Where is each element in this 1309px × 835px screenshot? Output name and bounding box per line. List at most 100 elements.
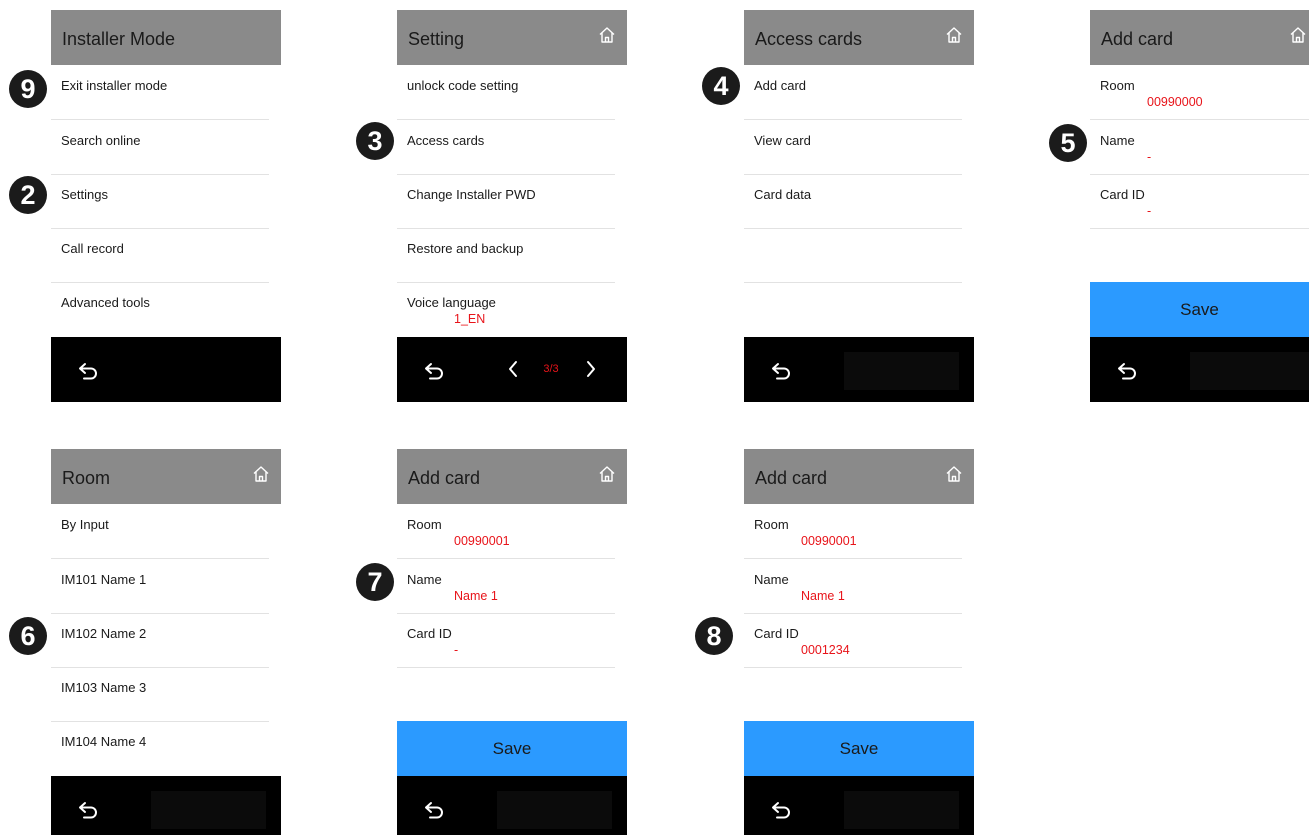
field-label: Name [754,572,789,587]
menu-item-label: View card [754,133,811,148]
bottom-bar-blank-area [844,791,959,829]
menu-item-label: Access cards [407,133,485,148]
field-value: Name 1 [801,589,845,603]
back-arrow-icon[interactable] [1117,362,1139,380]
back-arrow-icon[interactable] [78,362,100,380]
field-room[interactable]: Room 00990000 [1090,65,1309,120]
empty-row [744,228,962,283]
field-name[interactable]: Name Name 1 [397,559,615,614]
save-button[interactable]: Save [744,721,974,776]
bottom-bar [51,776,281,835]
bottom-bar [744,776,974,835]
field-label: Room [1100,78,1135,93]
menu-item-restore-and-backup[interactable]: Restore and backup [397,228,615,283]
chevron-right-icon[interactable] [585,359,597,379]
bottom-bar [397,776,627,835]
save-button[interactable]: Save [397,721,627,776]
screen-title: Add card [408,468,481,488]
field-value: - [1147,204,1152,218]
menu-item-add-card[interactable]: Add card [744,65,962,120]
header: Room [51,449,281,504]
field-room[interactable]: Room 00990001 [397,504,615,559]
field-value: 00990001 [454,534,510,548]
field-label: Name [407,572,442,587]
screen-title: Installer Mode [62,29,176,49]
menu-item-unlock-code-setting[interactable]: unlock code setting [397,65,615,120]
field-card-id[interactable]: Card ID - [1090,174,1309,229]
header: Access cards [744,10,974,65]
installer-mode-screen: Installer Mode Exit installer mode Searc… [51,10,281,402]
home-icon[interactable] [945,465,963,483]
bottom-bar: 3/3 [397,337,627,402]
step-badge-2: 2 [9,176,47,214]
list-item-label: IM101 Name 1 [61,572,147,587]
screen-title: Add card [755,468,828,488]
header: Add card [397,449,627,504]
room-screen: Room By Input IM101 Name 1 IM102 Name 2 … [51,449,281,835]
home-icon[interactable] [598,465,616,483]
screen-title: Access cards [755,29,863,49]
list-item-label: By Input [61,517,109,532]
list-item-room[interactable]: IM102 Name 2 [51,613,269,668]
header: Add card [1090,10,1309,65]
bottom-bar-blank-area [151,791,266,829]
add-card-screen: Add card Room 00990000 Name - Card ID - … [1090,10,1309,402]
back-arrow-icon[interactable] [78,801,100,819]
field-value: Name 1 [454,589,498,603]
menu-item-access-cards[interactable]: Access cards [397,120,615,175]
menu-item-settings[interactable]: Settings [51,174,269,229]
bottom-bar [1090,337,1309,402]
home-icon[interactable] [1289,26,1307,44]
back-arrow-icon[interactable] [771,801,793,819]
header: Add card [744,449,974,504]
list-item-label: IM104 Name 4 [61,734,147,749]
menu-item-label: Add card [754,78,807,93]
field-name[interactable]: Name Name 1 [744,559,962,614]
field-value: 0001234 [801,643,850,657]
field-value: 00990001 [801,534,857,548]
menu-item-search-online[interactable]: Search online [51,120,269,175]
field-label: Card ID [1100,187,1145,202]
menu-item-label: Exit installer mode [61,78,168,93]
header: Installer Mode [51,10,281,65]
step-badge-8: 8 [695,617,733,655]
bottom-bar [51,337,281,402]
save-button[interactable]: Save [1090,282,1309,337]
list-item-room[interactable]: IM103 Name 3 [51,667,269,722]
menu-item-label: Card data [754,187,812,202]
step-badge-9: 9 [9,70,47,108]
menu-item-view-card[interactable]: View card [744,120,962,175]
menu-item-change-installer-pwd[interactable]: Change Installer PWD [397,174,615,229]
home-icon[interactable] [252,465,270,483]
menu-item-call-record[interactable]: Call record [51,228,269,283]
back-arrow-icon[interactable] [771,362,793,380]
menu-item-card-data[interactable]: Card data [744,174,962,229]
home-icon[interactable] [945,26,963,44]
step-badge-3: 3 [356,122,394,160]
list-item-room[interactable]: IM104 Name 4 [51,721,269,775]
pager: 3/3 [503,359,599,381]
menu-item-exit-installer-mode[interactable]: Exit installer mode [51,65,269,120]
back-arrow-icon[interactable] [424,801,446,819]
field-card-id[interactable]: Card ID 0001234 [744,613,962,668]
back-arrow-icon[interactable] [424,362,446,380]
field-card-id[interactable]: Card ID - [397,613,615,668]
home-icon[interactable] [598,26,616,44]
bottom-bar-blank-area [844,352,959,390]
list-item-label: IM102 Name 2 [61,626,147,641]
field-name[interactable]: Name - [1090,120,1309,175]
menu-item-label: unlock code setting [407,78,519,93]
list-item-by-input[interactable]: By Input [51,504,269,559]
list-item-room[interactable]: IM101 Name 1 [51,559,269,614]
add-card-screen: Add card Room 00990001 Name Name 1 Card … [744,449,974,835]
menu-item-label: Restore and backup [407,241,524,256]
field-room[interactable]: Room 00990001 [744,504,962,559]
menu-item-voice-language[interactable]: Voice language 1_EN [397,282,615,336]
setting-screen: Setting unlock code setting Access cards… [397,10,627,402]
field-value: - [454,643,459,657]
chevron-left-icon[interactable] [507,359,519,379]
menu-item-advanced-tools[interactable]: Advanced tools [51,282,269,336]
menu-item-label: Search online [61,133,141,148]
menu-item-label: Advanced tools [61,295,150,310]
menu-item-label: Change Installer PWD [407,187,536,202]
